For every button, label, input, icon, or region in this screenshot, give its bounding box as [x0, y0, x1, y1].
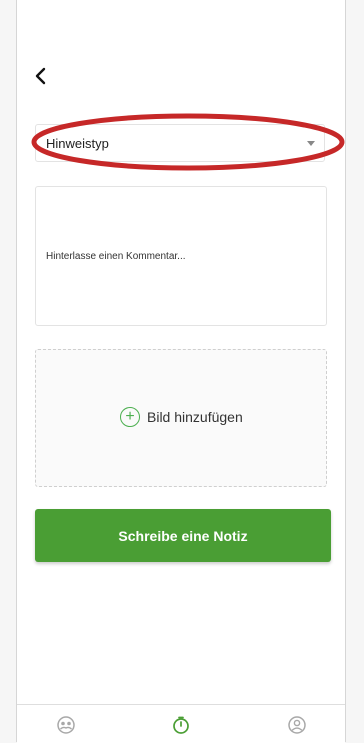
- community-icon: [57, 716, 75, 734]
- profile-icon: [288, 716, 306, 734]
- comment-field[interactable]: Hinterlasse einen Kommentar...: [35, 186, 327, 326]
- note-type-value: Hinweistyp: [46, 136, 109, 151]
- plus-circle-icon: +: [120, 407, 140, 427]
- timer-icon: [173, 716, 189, 734]
- nav-community[interactable]: [56, 715, 76, 735]
- nav-profile[interactable]: [287, 715, 307, 735]
- image-upload-area[interactable]: + Bild hinzufügen: [35, 349, 327, 487]
- add-image-label: Bild hinzufügen: [147, 409, 243, 425]
- nav-timer[interactable]: [171, 715, 191, 735]
- chevron-left-icon: [35, 67, 46, 85]
- comment-placeholder: Hinterlasse einen Kommentar...: [46, 251, 186, 262]
- back-button[interactable]: [31, 66, 51, 86]
- add-image-button[interactable]: + Bild hinzufügen: [120, 407, 243, 427]
- write-note-button[interactable]: Schreibe eine Notiz: [35, 509, 331, 562]
- note-type-select[interactable]: Hinweistyp: [35, 124, 325, 162]
- dropdown-caret-icon: [307, 141, 315, 146]
- app-screen: Hinweistyp Hinterlasse einen Kommentar..…: [16, 0, 346, 743]
- bottom-navigation: [17, 704, 345, 743]
